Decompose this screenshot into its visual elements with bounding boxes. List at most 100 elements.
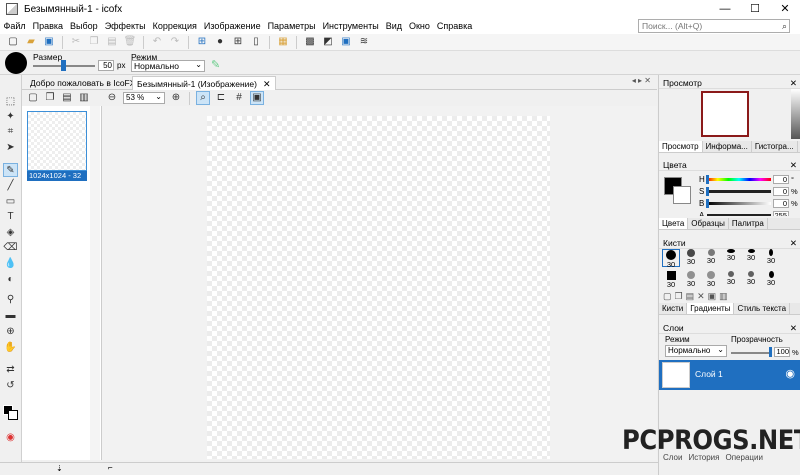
zoom-icon[interactable]: ⊕ xyxy=(3,325,18,339)
brush-icon[interactable]: ✎ xyxy=(3,163,18,177)
menu-tools[interactable]: Инструменты xyxy=(319,18,382,34)
brush-preset[interactable]: 30 xyxy=(742,249,760,267)
opacity-slider-thumb[interactable] xyxy=(769,347,772,357)
size-slider-thumb[interactable] xyxy=(61,60,66,71)
saturation-thumb[interactable] xyxy=(706,187,709,196)
rotate-icon[interactable]: ↺ xyxy=(3,379,18,393)
menu-image[interactable]: Изображение xyxy=(200,18,264,34)
search-input[interactable]: Поиск... (Alt+Q) ⌕ xyxy=(638,19,790,33)
background-color[interactable] xyxy=(8,410,18,420)
brush-preset[interactable]: 30 xyxy=(702,271,720,289)
delete-image-icon[interactable]: ▥ xyxy=(77,91,91,105)
delete-icon[interactable]: 🗑 xyxy=(123,35,137,49)
rectangle-icon[interactable]: ▭ xyxy=(3,195,18,209)
layer-name[interactable]: Слой 1 xyxy=(695,369,723,379)
tab-scroll-icon[interactable]: ◂ ▸ ✕ xyxy=(632,76,651,85)
image-thumbnail[interactable] xyxy=(27,111,87,171)
flip-h-icon[interactable]: ⇄ xyxy=(3,363,18,377)
open-folder-icon[interactable]: ▰ xyxy=(24,35,38,49)
tab-histogram[interactable]: Гистогра... xyxy=(752,141,798,152)
layer-row[interactable]: Слой 1 ◉ xyxy=(659,360,800,390)
layers-toggle-icon[interactable]: ≋ xyxy=(357,35,371,49)
menu-effects[interactable]: Эффекты xyxy=(101,18,149,34)
opacity-slider[interactable] xyxy=(731,352,771,354)
hand-icon[interactable]: ✋ xyxy=(3,341,18,355)
brush-actions-icon[interactable]: ▢❐▤✕▣▥ xyxy=(663,291,731,302)
tab-info[interactable]: Информа... xyxy=(703,141,752,152)
hue-thumb[interactable] xyxy=(706,175,709,184)
eye-icon[interactable]: ◉ xyxy=(785,367,795,380)
grid-icon[interactable]: ⊞ xyxy=(195,35,209,49)
maximize-button[interactable]: ☐ xyxy=(740,0,770,18)
menu-edit[interactable]: Правка xyxy=(29,18,66,34)
saturation-slider[interactable] xyxy=(707,190,771,193)
eraser-icon[interactable]: ⌫ xyxy=(3,241,18,255)
blur-icon[interactable]: 💧 xyxy=(3,257,18,271)
brush-preset[interactable]: 30 xyxy=(742,271,760,289)
checker-icon[interactable]: ▩ xyxy=(303,35,317,49)
transparent-icon[interactable]: ◩ xyxy=(321,35,335,49)
zoom-select[interactable]: 53 % ⌄ xyxy=(123,92,165,104)
fit-window-icon[interactable]: ▣ xyxy=(250,91,264,105)
close-icon[interactable]: ✕ xyxy=(790,159,797,171)
line-icon[interactable]: ╱ xyxy=(3,179,18,193)
brush-preset[interactable]: 30 xyxy=(682,249,700,267)
grid-icon[interactable]: # xyxy=(232,91,246,105)
fill-icon[interactable]: ◈ xyxy=(3,226,18,240)
tab-text-style[interactable]: Стиль текста xyxy=(734,303,791,314)
brush-preset[interactable]: 30 xyxy=(662,271,680,289)
phone-icon[interactable]: ▯ xyxy=(249,35,263,49)
duplicate-image-icon[interactable]: ❐ xyxy=(43,91,57,105)
rulers-icon[interactable]: ⊏ xyxy=(214,91,228,105)
brush-preset[interactable]: 30 xyxy=(722,249,740,267)
new-file-icon[interactable]: ▢ xyxy=(6,35,20,49)
close-icon[interactable]: ✕ xyxy=(790,237,797,249)
menu-view[interactable]: Вид xyxy=(382,18,405,34)
close-icon[interactable]: ✕ xyxy=(263,79,271,89)
tab-swatches[interactable]: Образцы xyxy=(688,218,729,229)
move-icon[interactable]: ➤ xyxy=(3,141,18,155)
tab-palette[interactable]: Палитра xyxy=(729,218,768,229)
new-image-icon[interactable]: ▢ xyxy=(26,91,40,105)
redo-icon[interactable]: ↷ xyxy=(168,35,182,49)
menu-window[interactable]: Окно xyxy=(405,18,433,34)
measure-icon[interactable]: ▬ xyxy=(3,309,18,323)
apple-icon[interactable]: ● xyxy=(213,35,227,49)
save-icon[interactable]: ▣ xyxy=(42,35,56,49)
iconlist-scrollbar[interactable] xyxy=(90,106,100,460)
cut-icon[interactable]: ✂ xyxy=(69,35,83,49)
brush-preset[interactable]: 30 xyxy=(702,249,720,267)
eyedropper-icon[interactable]: ⚲ xyxy=(3,293,18,307)
marquee-icon[interactable]: ⬚ xyxy=(3,95,18,109)
undo-icon[interactable]: ↶ xyxy=(150,35,164,49)
menu-help[interactable]: Справка xyxy=(433,18,475,34)
windows-icon[interactable]: ⊞ xyxy=(231,35,245,49)
close-icon[interactable]: ✕ xyxy=(790,322,797,334)
brush-preset[interactable]: 30 xyxy=(762,271,780,289)
antialias-icon[interactable]: ✎ xyxy=(211,58,220,71)
tab-colors[interactable]: Цвета xyxy=(659,218,689,229)
zoom-in-icon[interactable]: ⊕ xyxy=(169,91,183,105)
minimize-button[interactable]: — xyxy=(710,0,740,18)
layers-mode-select[interactable]: Нормально ⌄ xyxy=(665,345,727,357)
panel-background-color[interactable] xyxy=(673,186,691,204)
brush-preset[interactable]: 30 xyxy=(682,271,700,289)
actual-size-icon[interactable]: ⌕ xyxy=(196,91,210,105)
brush-preset[interactable]: 30 xyxy=(722,271,740,289)
import-image-icon[interactable]: ▤ xyxy=(60,91,74,105)
brightness-slider[interactable] xyxy=(707,202,771,205)
opacity-input[interactable]: 100 xyxy=(774,347,790,357)
export-icon[interactable]: ▦ xyxy=(276,35,290,49)
screen-icon[interactable]: ▣ xyxy=(339,35,353,49)
tab-brushes[interactable]: Кисти xyxy=(659,303,688,314)
alpha-slider[interactable] xyxy=(707,214,771,216)
zoom-out-icon[interactable]: ⊖ xyxy=(105,91,119,105)
image-canvas[interactable] xyxy=(207,116,550,459)
copy-icon[interactable]: ❐ xyxy=(87,35,101,49)
menu-file[interactable]: Файл xyxy=(0,18,29,34)
paste-icon[interactable]: ▤ xyxy=(105,35,119,49)
menu-select[interactable]: Выбор xyxy=(67,18,102,34)
tab-gradients[interactable]: Градиенты xyxy=(687,303,735,314)
mode-select[interactable]: Нормально ⌄ xyxy=(131,60,205,72)
record-icon[interactable]: ◉ xyxy=(3,431,18,445)
